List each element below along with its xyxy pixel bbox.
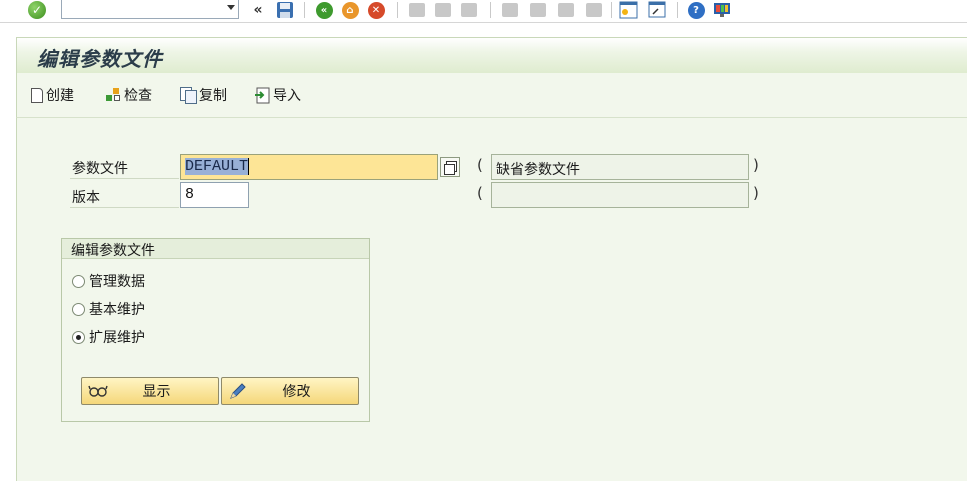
paren-close: ) bbox=[753, 184, 759, 202]
profile-description-text: 缺省参数文件 bbox=[496, 162, 580, 178]
radio-button[interactable] bbox=[72, 302, 85, 316]
new-document-icon bbox=[31, 87, 43, 103]
first-page-icon bbox=[500, 1, 520, 19]
radio-button-selected[interactable] bbox=[72, 330, 85, 344]
main-area: 参数文件 DEFAULT ( 缺省参数文件 ) 版本 8 ( ) 编辑参数文件 … bbox=[16, 118, 967, 481]
pencil-icon bbox=[227, 382, 249, 400]
change-button[interactable]: 修改 bbox=[221, 377, 359, 405]
cancel-icon[interactable]: ✕ bbox=[366, 1, 386, 19]
command-field[interactable] bbox=[61, 0, 239, 19]
print-icon bbox=[407, 1, 427, 19]
create-button[interactable]: 创建 bbox=[31, 84, 74, 106]
radio-administration-data[interactable]: 管理数据 bbox=[72, 271, 145, 291]
paren-open: ( bbox=[477, 184, 483, 202]
title-bar: 编辑参数文件 bbox=[16, 37, 967, 73]
toolbar-separator bbox=[397, 2, 398, 18]
text-caret bbox=[248, 158, 250, 175]
check-icon bbox=[105, 87, 121, 103]
layout-icon[interactable] bbox=[712, 1, 732, 19]
exit-icon[interactable]: ⌂ bbox=[340, 1, 360, 19]
radio-button[interactable] bbox=[72, 274, 85, 288]
last-page-icon bbox=[584, 1, 604, 19]
import-button[interactable]: 导入 bbox=[254, 84, 301, 106]
checkmark-icon: ✓ bbox=[28, 1, 46, 19]
group-title: 编辑参数文件 bbox=[62, 239, 369, 259]
create-label: 创建 bbox=[46, 88, 74, 104]
paren-open: ( bbox=[477, 156, 483, 174]
application-toolbar: 创建 检查 复制 导入 bbox=[16, 73, 967, 118]
display-button[interactable]: 显示 bbox=[81, 377, 219, 405]
toolbar-separator bbox=[611, 2, 612, 18]
shortcut-icon[interactable] bbox=[647, 1, 667, 19]
radio-extended-maintenance[interactable]: 扩展维护 bbox=[72, 327, 145, 347]
check-label: 检查 bbox=[124, 88, 152, 104]
chevron-down-icon[interactable] bbox=[227, 5, 235, 10]
version-input[interactable]: 8 bbox=[180, 182, 249, 208]
toolbar-separator bbox=[677, 2, 678, 18]
back-icon[interactable]: « bbox=[314, 1, 334, 19]
change-label: 修改 bbox=[282, 384, 311, 400]
version-description bbox=[491, 182, 749, 208]
glasses-icon bbox=[87, 382, 109, 400]
toolbar-separator bbox=[490, 2, 491, 18]
label-underline bbox=[70, 178, 179, 179]
radio-label: 基本维护 bbox=[89, 302, 145, 318]
system-toolbar: ✓ « « ⌂ ✕ ? bbox=[0, 0, 967, 23]
next-page-icon bbox=[556, 1, 576, 19]
profile-description: 缺省参数文件 bbox=[491, 154, 749, 180]
prev-page-icon bbox=[528, 1, 548, 19]
new-session-icon[interactable] bbox=[619, 1, 639, 19]
copy-icon bbox=[180, 87, 197, 104]
display-label: 显示 bbox=[142, 384, 171, 400]
find-icon bbox=[433, 1, 453, 19]
history-arrows-icon[interactable]: « bbox=[248, 1, 268, 19]
enter-icon[interactable]: ✓ bbox=[27, 1, 47, 19]
help-icon[interactable]: ? bbox=[686, 1, 706, 19]
copy-button[interactable]: 复制 bbox=[180, 84, 227, 106]
profile-label: 参数文件 bbox=[72, 161, 128, 177]
paren-close: ) bbox=[753, 156, 759, 174]
version-label: 版本 bbox=[72, 190, 100, 206]
profile-value: DEFAULT bbox=[185, 158, 249, 176]
find-next-icon bbox=[459, 1, 479, 19]
check-button[interactable]: 检查 bbox=[105, 84, 152, 106]
version-value: 8 bbox=[185, 186, 195, 203]
radio-label: 扩展维护 bbox=[89, 330, 145, 346]
edit-profile-group: 编辑参数文件 管理数据 基本维护 扩展维护 显示 修改 bbox=[61, 238, 370, 422]
radio-basic-maintenance[interactable]: 基本维护 bbox=[72, 299, 145, 319]
copy-label: 复制 bbox=[199, 88, 227, 104]
value-help-button[interactable] bbox=[440, 157, 460, 177]
radio-label: 管理数据 bbox=[89, 274, 145, 290]
import-label: 导入 bbox=[273, 88, 301, 104]
import-icon bbox=[254, 87, 270, 104]
profile-input[interactable]: DEFAULT bbox=[180, 154, 438, 180]
label-underline bbox=[70, 207, 179, 208]
back-arrows: « bbox=[253, 2, 263, 18]
page-title: 编辑参数文件 bbox=[37, 47, 163, 71]
toolbar-separator bbox=[304, 2, 305, 18]
save-icon[interactable] bbox=[275, 1, 295, 19]
